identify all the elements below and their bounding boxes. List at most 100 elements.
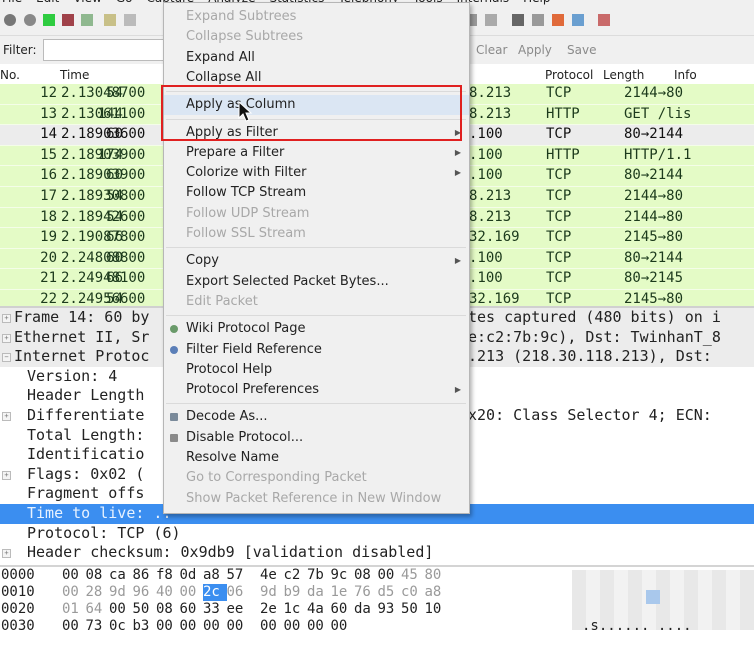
filter-clear-button[interactable]: Clear: [476, 43, 507, 57]
hex-byte[interactable]: 06: [227, 584, 251, 601]
detail-row[interactable]: + Header checksum: 0x9db9 [validation dis…: [0, 543, 754, 563]
hex-byte[interactable]: 73: [86, 618, 110, 635]
hex-byte[interactable]: 10: [425, 601, 449, 618]
menu-item-copy[interactable]: Copy ▶: [164, 251, 469, 271]
help-icon[interactable]: [598, 14, 610, 26]
hex-byte[interactable]: 28: [86, 584, 110, 601]
menu-item-protocol-preferences[interactable]: Protocol Preferences ▶: [164, 380, 469, 400]
column-header-length[interactable]: Length: [603, 68, 644, 82]
restart-capture-icon[interactable]: [81, 14, 93, 26]
hex-byte[interactable]: 0c: [109, 618, 133, 635]
options-icon[interactable]: [24, 14, 36, 26]
hex-byte[interactable]: 08: [86, 567, 110, 584]
collapse-icon[interactable]: −: [2, 353, 11, 363]
hex-byte[interactable]: 00: [109, 601, 133, 618]
interfaces-icon[interactable]: [4, 14, 16, 26]
hex-byte[interactable]: 00: [156, 618, 180, 635]
menu-item-filter-field-reference[interactable]: Filter Field Reference: [164, 340, 469, 360]
menu-file[interactable]: File: [2, 0, 22, 5]
hex-byte[interactable]: 00: [260, 618, 284, 635]
hex-byte[interactable]: 00: [284, 618, 308, 635]
hex-byte[interactable]: 00: [62, 567, 86, 584]
hex-byte[interactable]: 00: [62, 584, 86, 601]
hex-byte[interactable]: 60: [331, 601, 355, 618]
detail-row[interactable]: Protocol: TCP (6): [0, 524, 754, 544]
hex-byte[interactable]: 01: [62, 601, 86, 618]
resize-columns-icon[interactable]: [485, 14, 497, 26]
hex-byte[interactable]: 86: [133, 567, 157, 584]
hex-byte[interactable]: 2c: [203, 584, 227, 601]
filter-input[interactable]: [43, 39, 175, 61]
menu-item-protocol-help[interactable]: Protocol Help: [164, 360, 469, 380]
column-header-time[interactable]: Time: [60, 68, 89, 82]
hex-byte[interactable]: ee: [227, 601, 251, 618]
menu-edit[interactable]: Edit: [36, 0, 59, 5]
save-file-icon[interactable]: [124, 14, 136, 26]
expand-icon[interactable]: +: [2, 470, 11, 480]
hex-byte[interactable]: 76: [354, 584, 378, 601]
hex-byte[interactable]: 64: [86, 601, 110, 618]
hex-byte[interactable]: 00: [307, 618, 331, 635]
hex-byte[interactable]: 9c: [331, 567, 355, 584]
hex-byte[interactable]: 57: [227, 567, 251, 584]
hex-byte[interactable]: 00: [180, 584, 204, 601]
open-file-icon[interactable]: [104, 14, 116, 26]
hex-byte[interactable]: a8: [425, 584, 449, 601]
stop-capture-icon[interactable]: [62, 14, 74, 26]
menu-item-expand-all[interactable]: Expand All: [164, 48, 469, 68]
hex-byte[interactable]: 9d: [109, 584, 133, 601]
hex-byte[interactable]: c0: [401, 584, 425, 601]
hex-byte[interactable]: 00: [203, 618, 227, 635]
hex-byte[interactable]: b3: [133, 618, 157, 635]
menu-go[interactable]: Go: [116, 0, 133, 5]
hex-byte[interactable]: da: [307, 584, 331, 601]
expand-icon[interactable]: +: [2, 314, 11, 323]
hex-byte[interactable]: 40: [156, 584, 180, 601]
hex-byte[interactable]: 00: [378, 567, 402, 584]
expand-icon[interactable]: +: [2, 549, 11, 559]
hex-byte[interactable]: 00: [62, 618, 86, 635]
hex-byte[interactable]: 1e: [331, 584, 355, 601]
hex-byte[interactable]: 33: [203, 601, 227, 618]
hex-byte[interactable]: 50: [401, 601, 425, 618]
menu-item-prepare-a-filter[interactable]: Prepare a Filter ▶: [164, 143, 469, 163]
hex-byte[interactable]: b9: [284, 584, 308, 601]
menu-item-colorize-with-filter[interactable]: Colorize with Filter ▶: [164, 163, 469, 183]
expand-icon[interactable]: +: [2, 411, 11, 421]
hex-byte[interactable]: 4a: [307, 601, 331, 618]
hex-byte[interactable]: 93: [378, 601, 402, 618]
preferences-icon[interactable]: [572, 14, 584, 26]
menu-help[interactable]: Help: [523, 0, 550, 5]
column-header-protocol[interactable]: Protocol: [545, 68, 593, 82]
start-capture-icon[interactable]: [43, 14, 55, 26]
hex-byte[interactable]: 60: [180, 601, 204, 618]
menu-item-resolve-name[interactable]: Resolve Name: [164, 448, 469, 468]
hex-byte[interactable]: 80: [425, 567, 449, 584]
hex-byte[interactable]: 96: [133, 584, 157, 601]
filter-save-button[interactable]: Save: [567, 43, 596, 57]
hex-byte[interactable]: 1c: [284, 601, 308, 618]
hex-byte[interactable]: 0d: [180, 567, 204, 584]
menu-item-wiki-protocol-page[interactable]: Wiki Protocol Page: [164, 319, 469, 339]
hex-byte[interactable]: 7b: [307, 567, 331, 584]
hex-byte[interactable]: 00: [180, 618, 204, 635]
hex-byte[interactable]: 9d: [260, 584, 284, 601]
menu-item-follow-tcp-stream[interactable]: Follow TCP Stream: [164, 183, 469, 203]
menu-item-decode-as[interactable]: Decode As...: [164, 407, 469, 427]
coloring-rules-icon[interactable]: [552, 14, 564, 26]
hex-byte[interactable]: 08: [156, 601, 180, 618]
hex-byte[interactable]: 50: [133, 601, 157, 618]
hex-byte[interactable]: 00: [227, 618, 251, 635]
menu-view[interactable]: View: [73, 0, 101, 5]
hex-byte[interactable]: c2: [284, 567, 308, 584]
expand-icon[interactable]: +: [2, 333, 11, 343]
capture-filters-icon[interactable]: [512, 14, 524, 26]
filter-apply-button[interactable]: Apply: [518, 43, 552, 57]
hex-byte[interactable]: ca: [109, 567, 133, 584]
menu-item-disable-protocol[interactable]: Disable Protocol...: [164, 428, 469, 448]
display-filters-icon[interactable]: [532, 14, 544, 26]
hex-byte[interactable]: 00: [331, 618, 355, 635]
hex-byte[interactable]: 4e: [260, 567, 284, 584]
column-header-info[interactable]: Info: [674, 68, 697, 82]
menu-item-export-selected-packet-bytes[interactable]: Export Selected Packet Bytes...: [164, 272, 469, 292]
